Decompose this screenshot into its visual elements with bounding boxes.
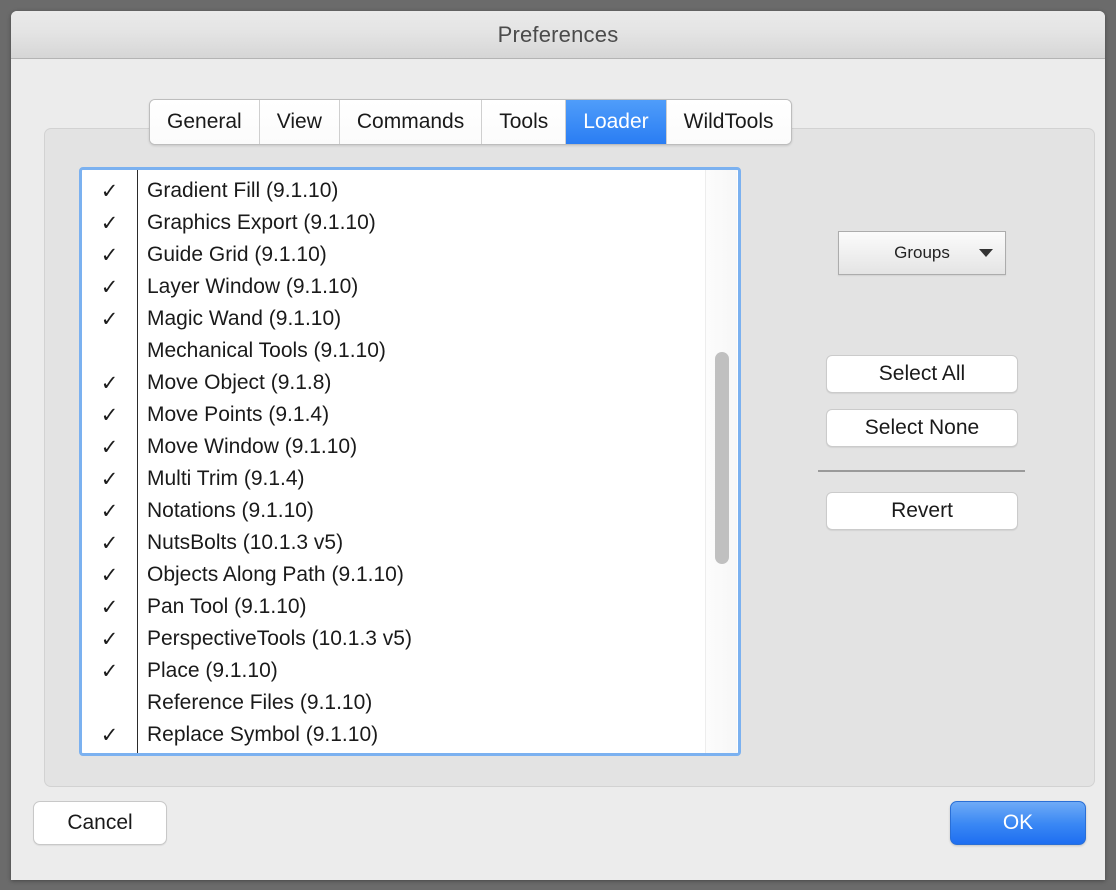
check-icon[interactable]: ✓ xyxy=(82,213,137,234)
window-titlebar: Preferences xyxy=(11,11,1105,59)
list-item[interactable]: ✓ Multi Trim (9.1.4) xyxy=(82,463,738,495)
list-item[interactable]: ✓ Gradient Fill (9.1.10) xyxy=(82,175,738,207)
list-item-label: Reference Files (9.1.10) xyxy=(147,691,373,714)
cancel-button[interactable]: Cancel xyxy=(33,801,167,845)
tab-label: Tools xyxy=(499,110,549,133)
list-item[interactable]: Mechanical Tools (9.1.10) xyxy=(82,335,738,367)
list-item[interactable]: ✓ Notations (9.1.10) xyxy=(82,495,738,527)
list-item[interactable]: ✓ Move Window (9.1.10) xyxy=(82,431,738,463)
list-item[interactable]: ✓ Place (9.1.10) xyxy=(82,655,738,687)
list-item-label: Graphics Export (9.1.10) xyxy=(147,211,376,234)
tab-wildtools[interactable]: WildTools xyxy=(666,100,791,144)
check-icon[interactable]: ✓ xyxy=(82,533,137,554)
list-item[interactable]: ✓ Pan Tool (9.1.10) xyxy=(82,591,738,623)
list-item[interactable]: ✓ Replace Symbol (9.1.10) xyxy=(82,719,738,751)
groups-popup-button[interactable]: Groups xyxy=(838,231,1006,275)
list-item-label: Move Object (9.1.8) xyxy=(147,371,332,394)
check-icon[interactable]: ✓ xyxy=(82,405,137,426)
tab-bar: General View Commands Tools Loader WildTools xyxy=(149,99,792,145)
tab-label: General xyxy=(167,110,242,133)
list-item-label: Move Points (9.1.4) xyxy=(147,403,330,426)
select-all-button[interactable]: Select All xyxy=(826,355,1018,393)
revert-button[interactable]: Revert xyxy=(826,492,1018,530)
check-icon[interactable]: ✓ xyxy=(82,181,137,202)
tab-label: WildTools xyxy=(683,110,774,133)
tab-view[interactable]: View xyxy=(259,100,340,144)
list-item-label: Objects Along Path (9.1.10) xyxy=(147,563,404,586)
plugin-list-rows: ✓ Gradient Fill (9.1.10) ✓ Graphics Export … xyxy=(82,175,738,751)
groups-button-label: Groups xyxy=(894,243,950,262)
list-item[interactable]: ✓ PerspectiveTools (10.1.3 v5) xyxy=(82,623,738,655)
list-item-label: NutsBolts (10.1.3 v5) xyxy=(147,531,344,554)
preferences-dialog: Preferences General View Commands Tools Load… xyxy=(11,11,1105,880)
check-icon[interactable]: ✓ xyxy=(82,309,137,330)
tab-label: Commands xyxy=(356,110,465,133)
tab-tools[interactable]: Tools xyxy=(482,100,567,144)
plugin-list-scrollbar[interactable] xyxy=(705,170,737,753)
tab-general[interactable]: General xyxy=(150,100,260,144)
list-item-label: Multi Trim (9.1.4) xyxy=(147,467,305,490)
chevron-down-icon xyxy=(979,249,993,257)
list-item-label: Replace Symbol (9.1.10) xyxy=(147,723,379,746)
list-item[interactable]: ✓ Magic Wand (9.1.10) xyxy=(82,303,738,335)
list-item[interactable]: ✓ Objects Along Path (9.1.10) xyxy=(82,559,738,591)
list-item-label: Notations (9.1.10) xyxy=(147,499,314,522)
list-item-label: Place (9.1.10) xyxy=(147,659,278,682)
list-item[interactable]: ✓ Layer Window (9.1.10) xyxy=(82,271,738,303)
list-item-label: Layer Window (9.1.10) xyxy=(147,275,359,298)
check-icon[interactable]: ✓ xyxy=(82,629,137,650)
list-item-label: Pan Tool (9.1.10) xyxy=(147,595,307,618)
list-item[interactable]: ✓ Graphics Export (9.1.10) xyxy=(82,207,738,239)
button-group-divider xyxy=(818,470,1025,472)
plugin-list-focus-ring: ✓ Gradient Fill (9.1.10) ✓ Graphics Export … xyxy=(79,167,741,756)
loader-tab-panel: ✓ Gradient Fill (9.1.10) ✓ Graphics Export … xyxy=(44,128,1095,787)
plugin-list[interactable]: ✓ Gradient Fill (9.1.10) ✓ Graphics Export … xyxy=(82,170,738,753)
list-item[interactable]: ✓ Move Points (9.1.4) xyxy=(82,399,738,431)
check-icon[interactable]: ✓ xyxy=(82,277,137,298)
tab-label: Loader xyxy=(583,110,649,133)
list-item[interactable]: ✓ NutsBolts (10.1.3 v5) xyxy=(82,527,738,559)
check-icon[interactable]: ✓ xyxy=(82,597,137,618)
list-item[interactable]: Reference Files (9.1.10) xyxy=(82,687,738,719)
list-item-label: Guide Grid (9.1.10) xyxy=(147,243,327,266)
list-item-label: Magic Wand (9.1.10) xyxy=(147,307,342,330)
check-icon[interactable]: ✓ xyxy=(82,245,137,266)
select-none-button[interactable]: Select None xyxy=(826,409,1018,447)
tab-label: View xyxy=(276,110,322,133)
tab-loader[interactable]: Loader xyxy=(566,100,667,144)
list-item-label: PerspectiveTools (10.1.3 v5) xyxy=(147,627,412,650)
check-icon[interactable]: ✓ xyxy=(82,661,137,682)
ok-button[interactable]: OK xyxy=(950,801,1086,845)
list-item[interactable]: ✓ Guide Grid (9.1.10) xyxy=(82,239,738,271)
list-item-label: Mechanical Tools (9.1.10) xyxy=(147,339,386,362)
check-icon[interactable]: ✓ xyxy=(82,469,137,490)
scrollbar-thumb[interactable] xyxy=(715,352,729,564)
list-item-label: Gradient Fill (9.1.10) xyxy=(147,179,339,202)
tab-commands[interactable]: Commands xyxy=(339,100,483,144)
list-item[interactable]: ✓ Move Object (9.1.8) xyxy=(82,367,738,399)
check-icon[interactable]: ✓ xyxy=(82,437,137,458)
window-title: Preferences xyxy=(497,21,619,47)
check-icon[interactable]: ✓ xyxy=(82,501,137,522)
check-icon[interactable]: ✓ xyxy=(82,373,137,394)
check-icon[interactable]: ✓ xyxy=(82,725,137,746)
check-icon[interactable]: ✓ xyxy=(82,565,137,586)
list-item-label: Move Window (9.1.10) xyxy=(147,435,358,458)
